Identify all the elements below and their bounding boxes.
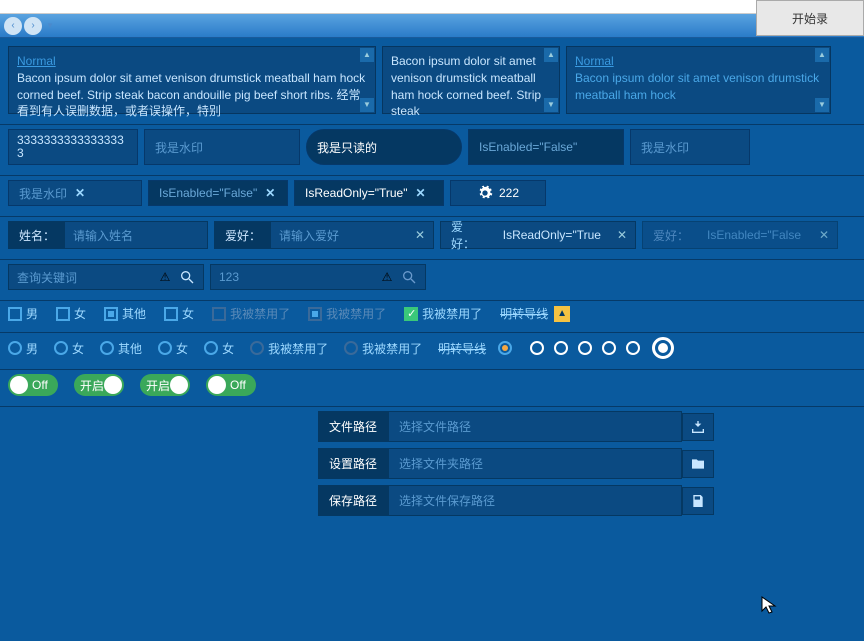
labeled-input-hobby-readonly: 爱好：IsReadOnly="True✕ [440, 221, 636, 249]
textbox-disabled: IsEnabled="False" [468, 129, 624, 165]
folder-icon[interactable] [682, 450, 714, 478]
warning-icon: ⚠ [157, 269, 173, 285]
textbox-readonly-2: IsReadOnly="True"✕ [294, 180, 444, 206]
path-folder-input[interactable]: 选择文件夹路径 [388, 448, 682, 479]
textbox-watermark-1[interactable]: 我是水印 [144, 129, 300, 165]
toggle-1[interactable]: Off [8, 374, 58, 396]
search-icon[interactable] [179, 269, 195, 285]
radio-disabled-1: 我被禁用了 [250, 340, 328, 357]
file-open-icon[interactable] [682, 413, 714, 441]
path-folder-row: 设置路径 选择文件夹路径 [318, 448, 714, 479]
radio-female-3[interactable]: 女 [204, 340, 234, 357]
panel3-title[interactable]: Normal [575, 54, 614, 68]
nav-dropdown-icon[interactable]: ▼ [46, 21, 54, 30]
clear-icon[interactable]: ✕ [75, 186, 85, 200]
radio-selected-orange[interactable] [498, 341, 512, 355]
checkbox-male[interactable]: 男 [8, 305, 38, 322]
nav-forward-button[interactable]: › [24, 17, 42, 35]
nav-back-button[interactable]: ‹ [4, 17, 22, 35]
scroll-down-icon[interactable]: ▼ [815, 98, 829, 112]
radio-blank-2[interactable] [554, 341, 568, 355]
textbox-disabled-2: IsEnabled="False"✕ [148, 180, 288, 206]
path-file-input[interactable]: 选择文件路径 [388, 411, 682, 442]
gear-icon [477, 185, 493, 201]
labeled-input-hobby[interactable]: 爱好：请输入爱好✕ [214, 221, 434, 249]
textbox-numbers[interactable]: 33333333333333333 [8, 129, 138, 165]
radio-female[interactable]: 女 [54, 340, 84, 357]
scroll-down-icon[interactable]: ▼ [360, 98, 374, 112]
radio-big-selected[interactable] [652, 337, 674, 359]
start-record-button[interactable]: 开始录 [756, 0, 864, 36]
panel1-text: Bacon ipsum dolor sit amet venison drums… [17, 71, 365, 119]
save-icon[interactable] [682, 487, 714, 515]
search-icon[interactable] [401, 269, 417, 285]
radio-blank-4[interactable] [602, 341, 616, 355]
search-input-2[interactable]: 123 ⚠ [210, 264, 426, 290]
clear-icon: ✕ [265, 186, 275, 200]
window-titlebar [0, 0, 864, 14]
scroll-up-icon[interactable]: ▲ [544, 48, 558, 62]
text-panel-2: Bacon ipsum dolor sit amet venison drums… [382, 46, 560, 114]
path-file-row: 文件路径 选择文件路径 [318, 411, 714, 442]
scroll-up-icon[interactable]: ▲ [815, 48, 829, 62]
radio-disabled-2: 我被禁用了 [344, 340, 422, 357]
checkbox-disabled-1: 我被禁用了 [212, 305, 290, 322]
textbox-gear[interactable]: 222 [450, 180, 546, 206]
radio-other[interactable]: 其他 [100, 340, 142, 357]
text-panel-3: Normal Bacon ipsum dolor sit amet veniso… [566, 46, 831, 114]
checkbox-error-text: 明转导线 [500, 305, 548, 322]
path-folder-label: 设置路径 [318, 448, 388, 479]
panel1-title[interactable]: Normal [17, 54, 56, 68]
search-input-1[interactable]: 查询关键词 ⚠ [8, 264, 204, 290]
cursor-icon [760, 595, 780, 615]
radio-blank-1[interactable] [530, 341, 544, 355]
path-save-label: 保存路径 [318, 485, 388, 516]
path-save-row: 保存路径 选择文件保存路径 [318, 485, 714, 516]
textbox-watermark-3[interactable]: 我是水印✕ [8, 180, 142, 206]
scroll-up-icon[interactable]: ▲ [360, 48, 374, 62]
labeled-input-hobby-disabled: 爱好：IsEnabled="False✕ [642, 221, 838, 249]
path-save-input[interactable]: 选择文件保存路径 [388, 485, 682, 516]
panel3-text: Bacon ipsum dolor sit amet venison drums… [575, 71, 819, 102]
clear-icon: ✕ [415, 186, 425, 200]
radio-blank-3[interactable] [578, 341, 592, 355]
textbox-watermark-2[interactable]: 我是水印 [630, 129, 750, 165]
clear-icon[interactable]: ✕ [407, 228, 433, 242]
warning-icon: ⚠ [379, 269, 395, 285]
radio-female-2[interactable]: 女 [158, 340, 188, 357]
panel2-text: Bacon ipsum dolor sit amet venison drums… [391, 54, 541, 118]
radio-error-text: 明转导线 [438, 340, 486, 357]
toggle-4[interactable]: Off [206, 374, 256, 396]
clear-icon: ✕ [609, 228, 635, 242]
checkbox-disabled-2: 我被禁用了 [308, 305, 386, 322]
textbox-readonly: 我是只读的 [306, 129, 462, 165]
checkbox-female-2[interactable]: 女 [164, 305, 194, 322]
radio-blank-5[interactable] [626, 341, 640, 355]
radio-male[interactable]: 男 [8, 340, 38, 357]
scroll-down-icon[interactable]: ▼ [544, 98, 558, 112]
path-file-label: 文件路径 [318, 411, 388, 442]
chevron-up-icon[interactable]: ▲ [554, 306, 570, 322]
nav-bar: ‹ › ▼ [0, 14, 864, 38]
labeled-input-name[interactable]: 姓名：请输入姓名 [8, 221, 208, 249]
checkbox-female[interactable]: 女 [56, 305, 86, 322]
checkbox-other[interactable]: 其他 [104, 305, 146, 322]
text-panel-1: Normal Bacon ipsum dolor sit amet veniso… [8, 46, 376, 114]
clear-icon: ✕ [811, 228, 837, 242]
toggle-2[interactable]: 开启 [74, 374, 124, 396]
toggle-3[interactable]: 开启 [140, 374, 190, 396]
checkbox-checked-green[interactable]: 我被禁用了 [404, 305, 482, 322]
